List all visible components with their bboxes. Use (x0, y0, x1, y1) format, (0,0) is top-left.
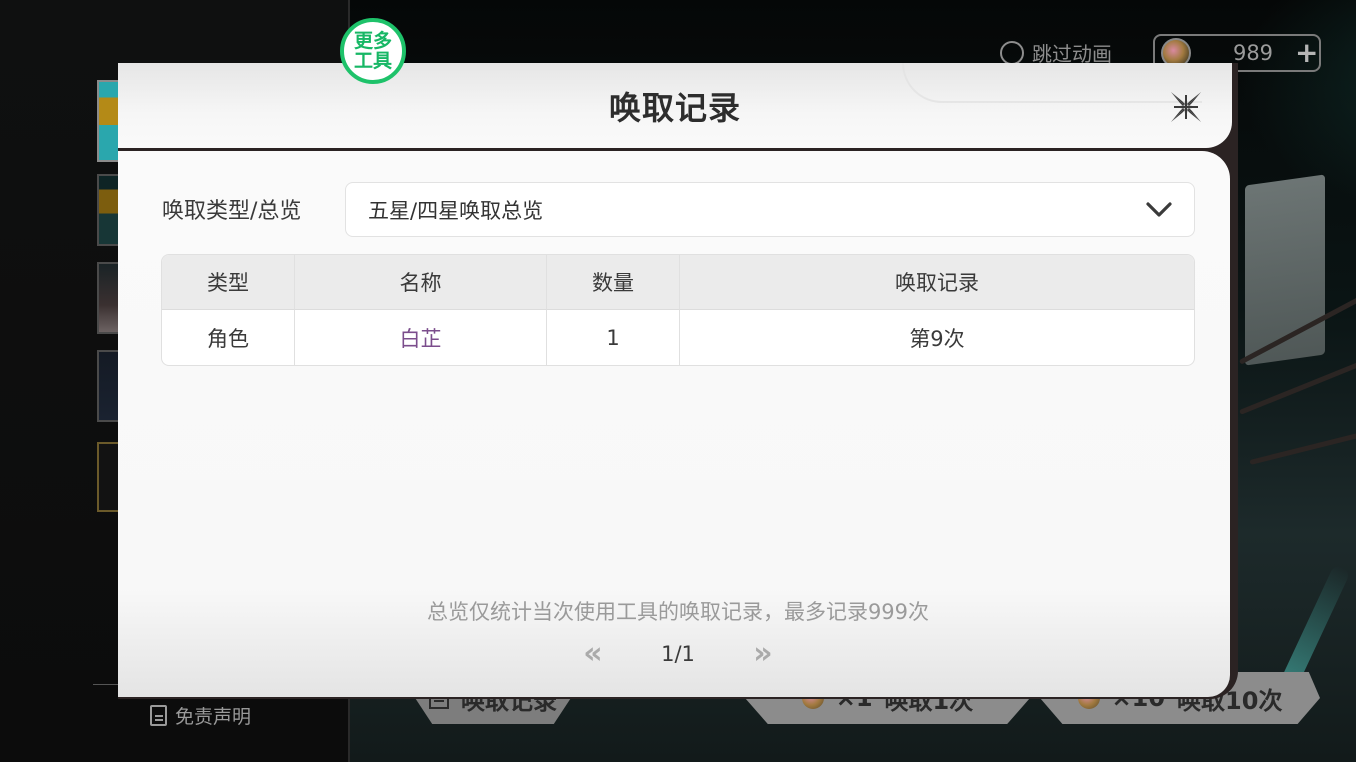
header-quantity: 数量 (547, 255, 680, 310)
header-type: 类型 (162, 255, 295, 310)
document-icon (150, 705, 167, 726)
convene-type-dropdown[interactable]: 五星/四星唤取总览 (345, 182, 1195, 237)
convene-type-label: 唤取类型/总览 (162, 199, 302, 224)
cell-quantity: 1 (547, 310, 680, 365)
prev-page-button[interactable]: « (573, 639, 613, 669)
modal-body: 唤取类型/总览 五星/四星唤取总览 类型 名称 数量 唤取记录 角色 白芷 1 … (118, 151, 1230, 697)
convene-type-selected: 五星/四星唤取总览 (368, 198, 544, 223)
more-tools-line2: 工具 (353, 50, 392, 72)
header-name: 名称 (295, 255, 547, 310)
cell-type: 角色 (162, 310, 295, 365)
close-button[interactable] (1168, 89, 1204, 125)
currency-amount: 989 (1232, 41, 1274, 65)
header-record: 唤取记录 (680, 255, 1194, 310)
chevron-down-icon (1146, 201, 1172, 217)
modal-header: 唤取记录 (118, 63, 1232, 148)
add-currency-button[interactable]: + (1295, 39, 1318, 67)
next-page-button[interactable]: » (743, 639, 783, 669)
cell-record: 第9次 (909, 326, 965, 351)
table-header-row: 类型 名称 数量 唤取记录 (162, 255, 1194, 310)
cell-name: 白芷 (295, 310, 547, 365)
convene-record-modal: 唤取记录 唤取类型/总览 五星/四星唤取总览 类型 名称 数量 唤取记录 角色 … (118, 63, 1238, 699)
disclaimer-label: 免责声明 (175, 706, 252, 728)
modal-title: 唤取记录 (608, 89, 741, 127)
table-row: 角色 白芷 1 第9次 (162, 310, 1194, 365)
more-tools-badge[interactable]: 更多 工具 (340, 18, 406, 84)
disclaimer-link[interactable]: 免责声明 (150, 702, 251, 729)
convene-record-table: 类型 名称 数量 唤取记录 角色 白芷 1 第9次 (161, 254, 1195, 366)
more-tools-line1: 更多 (353, 30, 392, 52)
page-indicator: 1/1 (661, 642, 695, 666)
close-star-icon (1171, 92, 1201, 122)
footnote-text: 总览仅统计当次使用工具的唤取记录，最多记录999次 (426, 600, 930, 624)
pagination: « 1/1 » (118, 639, 1238, 669)
radio-circle-icon[interactable] (1000, 40, 1024, 65)
